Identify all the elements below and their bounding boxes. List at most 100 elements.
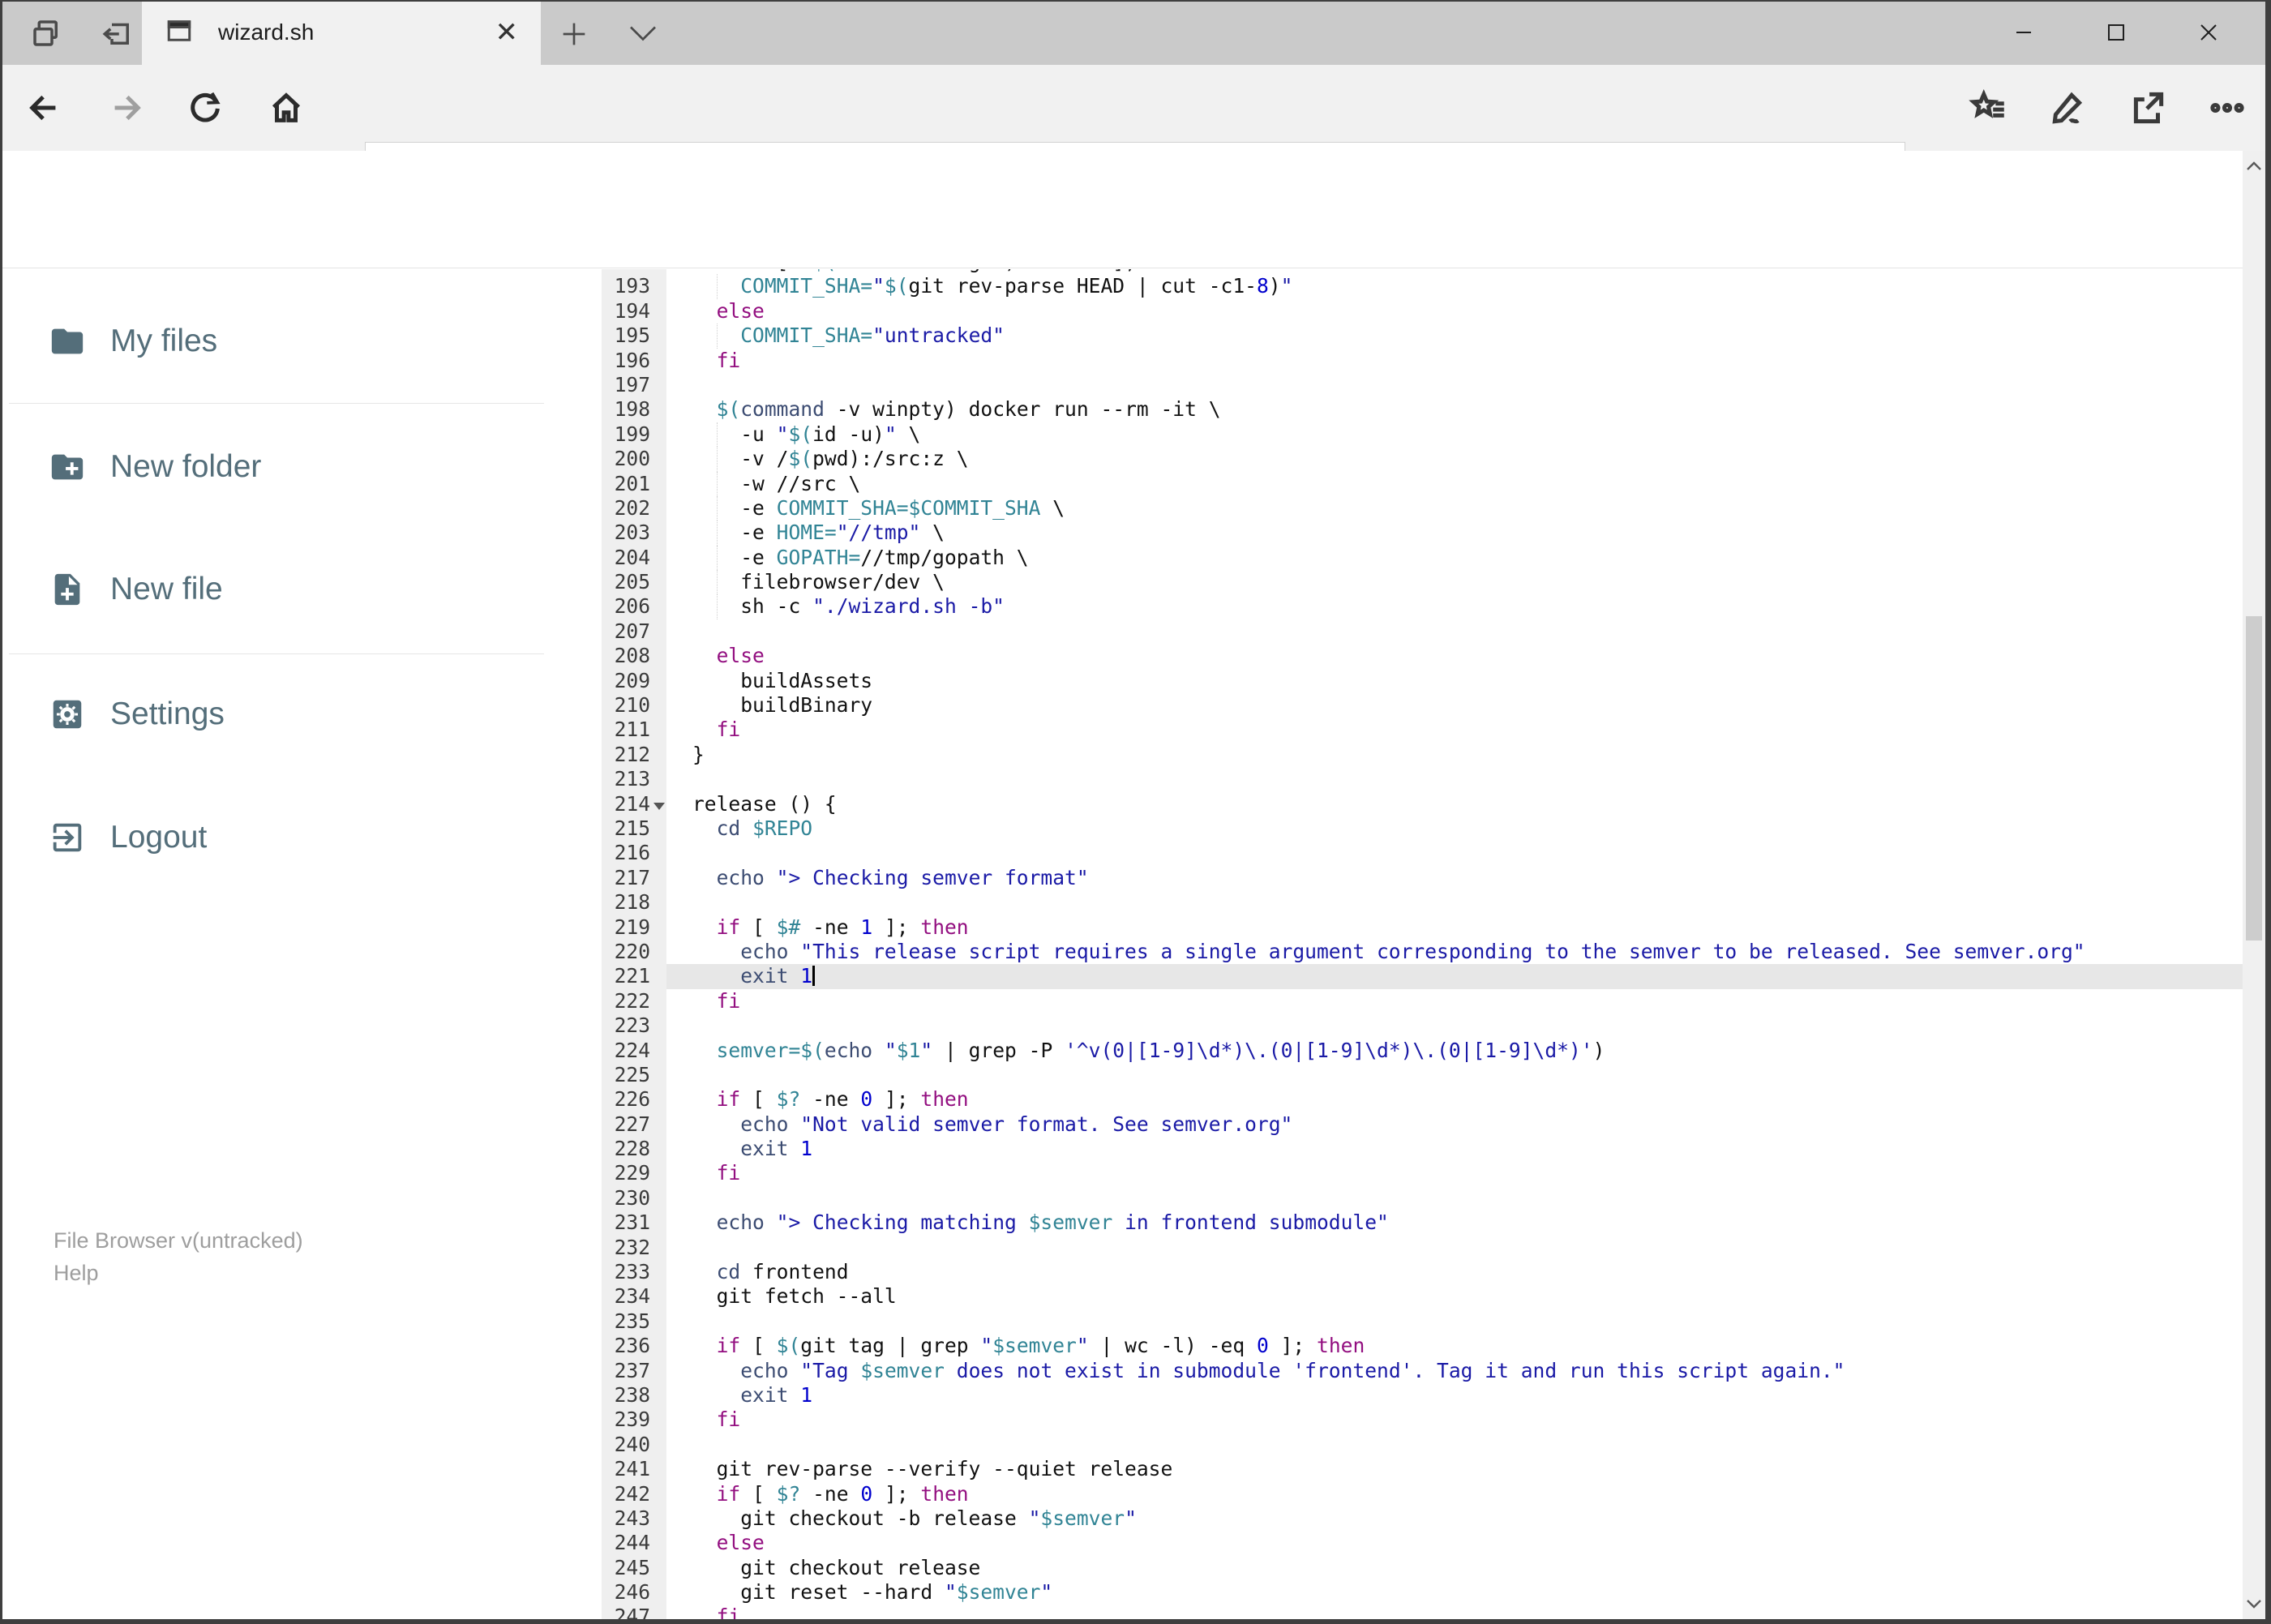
line-number[interactable]: 195 [602,324,666,348]
line-number[interactable]: 241 [602,1457,666,1481]
line-number[interactable]: 210 [602,693,666,718]
page-scrollbar[interactable] [2243,151,2265,1619]
close-icon[interactable] [2162,0,2255,65]
line-number[interactable]: 236 [602,1334,666,1358]
line-number[interactable]: 207 [602,619,666,644]
code-line[interactable]: if [ $(git tag | grep "$semver" | wc -l)… [666,1334,2243,1358]
code-line[interactable]: echo "> Checking matching $semver in fro… [666,1211,2243,1235]
code-line[interactable]: semver=$(echo "$1" | grep -P '^v(0|[1-9]… [666,1039,2243,1063]
code-line[interactable]: git checkout -b release "$semver" [666,1506,2243,1531]
new-tab-icon[interactable] [558,18,590,50]
code-line[interactable] [666,1186,2243,1211]
code-line[interactable]: -v /$(pwd):/src:z \ [666,447,2243,472]
share-icon[interactable] [2127,88,2168,128]
code-line[interactable]: git reset --hard "$semver" [666,1580,2243,1605]
code-line[interactable]: fi [666,349,2243,373]
hub-icon[interactable] [1969,88,2009,128]
line-number[interactable]: 238 [602,1383,666,1408]
browser-tab[interactable]: wizard.sh ✕ [142,0,541,65]
code-line[interactable] [666,1063,2243,1087]
sidebar-item-settings[interactable]: Settings [2,670,570,759]
line-number[interactable]: 226 [602,1087,666,1112]
home-icon[interactable] [268,89,305,126]
code-line[interactable] [666,841,2243,865]
line-number[interactable]: 204 [602,546,666,570]
line-number[interactable]: 232 [602,1236,666,1260]
code-line[interactable]: -u "$(id -u)" \ [666,422,2243,448]
code-line[interactable]: cd frontend [666,1260,2243,1284]
code-line[interactable]: -e COMMIT_SHA=$COMMIT_SHA \ [666,495,2243,521]
line-number[interactable]: 202 [602,496,666,521]
line-number[interactable]: 229 [602,1161,666,1185]
code-line[interactable]: if [ $? -ne 0 ]; then [666,1087,2243,1112]
code-line[interactable]: exit 1 [666,1137,2243,1161]
line-number[interactable]: 228 [602,1137,666,1161]
code-line[interactable]: -e GOPATH=//tmp/gopath \ [666,545,2243,571]
code-line[interactable]: -e HOME="//tmp" \ [666,521,2243,546]
line-number[interactable]: 225 [602,1063,666,1087]
code-line[interactable]: -w //src \ [666,471,2243,496]
line-number[interactable]: 240 [602,1433,666,1457]
code-line[interactable]: else [666,644,2243,668]
line-number[interactable]: 237 [602,1359,666,1383]
sidebar-item-logout[interactable]: Logout [2,793,570,882]
more-icon[interactable] [2207,88,2247,128]
code-line[interactable]: else [666,299,2243,324]
code-line[interactable]: exit 1 [666,1383,2243,1408]
code-line[interactable]: git rev-parse --verify --quiet release [666,1457,2243,1481]
line-number[interactable]: 224 [602,1039,666,1063]
tab-list-chevron-icon[interactable] [628,24,658,45]
line-number[interactable]: 200 [602,447,666,471]
code-line[interactable]: fi [666,989,2243,1013]
line-number[interactable]: 219 [602,915,666,940]
sidebar-item-new-folder[interactable]: New folder [2,422,570,512]
line-number[interactable]: 217 [602,866,666,890]
line-number[interactable]: 246 [602,1580,666,1605]
line-number[interactable]: 203 [602,521,666,545]
refresh-icon[interactable] [186,89,224,126]
tab-close-icon[interactable]: ✕ [495,19,519,46]
web-notes-icon[interactable] [2048,88,2089,128]
line-number[interactable]: 215 [602,816,666,841]
help-link[interactable]: Help [54,1257,303,1289]
code-line[interactable]: echo "> Checking semver format" [666,866,2243,890]
fold-arrow-icon[interactable] [653,802,665,810]
code-line[interactable]: git checkout release [666,1556,2243,1580]
line-number[interactable]: 216 [602,841,666,865]
line-number[interactable]: 212 [602,743,666,767]
code-line[interactable]: $(command -v winpty) docker run --rm -it… [666,397,2243,422]
line-number[interactable]: 193 [602,274,666,298]
line-number[interactable]: 206 [602,594,666,619]
code-line[interactable]: if [ $? -ne 0 ]; then [666,1482,2243,1506]
code-line[interactable] [666,1433,2243,1457]
line-number[interactable]: 239 [602,1408,666,1432]
code-line[interactable]: release () { [666,792,2243,816]
sidebar-item-new-file[interactable]: New file [2,545,570,634]
line-number[interactable]: 235 [602,1309,666,1334]
code-line[interactable]: fi [666,1408,2243,1432]
line-number[interactable]: 205 [602,570,666,594]
maximize-icon[interactable] [2070,0,2162,65]
code-line[interactable]: } [666,743,2243,767]
code-line[interactable]: git fetch --all [666,1284,2243,1309]
code-line[interactable] [666,767,2243,791]
line-number[interactable]: 214 [602,792,666,816]
line-number[interactable]: 194 [602,299,666,324]
line-number[interactable]: 213 [602,767,666,791]
line-number[interactable]: 197 [602,373,666,397]
line-number[interactable]: 221 [602,964,666,988]
line-number[interactable]: 243 [602,1506,666,1531]
scrollbar-thumb[interactable] [2246,616,2262,941]
line-number[interactable]: 218 [602,890,666,915]
line-number[interactable]: 231 [602,1211,666,1235]
code-line[interactable]: echo "Tag $semver does not exist in subm… [666,1359,2243,1383]
line-number[interactable]: 211 [602,718,666,742]
line-number[interactable]: 196 [602,349,666,373]
code-line[interactable]: COMMIT_SHA="untracked" [666,324,2243,349]
code-line[interactable] [666,619,2243,644]
code-line[interactable]: echo "This release script requires a sin… [666,940,2243,964]
code-line[interactable] [666,373,2243,397]
code-line[interactable]: fi [666,718,2243,742]
code-line[interactable]: COMMIT_SHA="$(git rev-parse HEAD | cut -… [666,274,2243,299]
code-line[interactable]: fi [666,1605,2243,1619]
